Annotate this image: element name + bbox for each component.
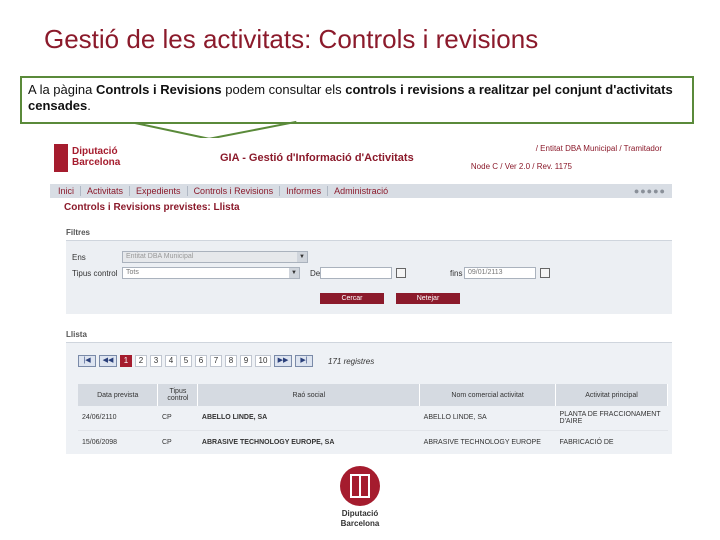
page-2[interactable]: 2 <box>135 355 147 367</box>
chevron-down-icon[interactable]: ▼ <box>289 268 299 278</box>
menu-item-administracio[interactable]: Administració <box>328 186 394 196</box>
cell-company[interactable]: ABELLO LINDE, SA <box>197 406 420 431</box>
page-6[interactable]: 6 <box>195 355 207 367</box>
column-header[interactable]: Data prevista <box>78 384 159 406</box>
first-page-icon[interactable]: |◀ <box>78 355 96 367</box>
cell-trade-name: ABELLO LINDE, SA <box>419 406 556 431</box>
search-button[interactable]: Cercar <box>320 293 384 304</box>
page-7[interactable]: 7 <box>210 355 222 367</box>
ens-value: Entitat DBA Municipal <box>126 253 194 260</box>
app-name: GIA - Gestió d'Informació d'Activitats <box>220 152 414 164</box>
filters-panel: Ens Entitat DBA Municipal ▼ Tipus contro… <box>66 240 672 314</box>
ens-select[interactable]: Entitat DBA Municipal ▼ <box>122 251 308 263</box>
date-to-input[interactable]: 09/01/2113 <box>464 267 536 279</box>
calendar-icon[interactable] <box>540 268 550 278</box>
menu-item-activitats[interactable]: Activitats <box>81 186 131 196</box>
column-header[interactable]: Raó social <box>197 384 421 406</box>
cell-activity: FABRICACIÓ DE <box>555 430 668 454</box>
footer-logo-text: Diputació Barcelona <box>338 509 382 529</box>
emblem-bar <box>359 474 361 498</box>
record-count: 171 registres <box>328 356 375 366</box>
table-row[interactable]: 24/06/2110 CP ABELLO LINDE, SA ABELLO LI… <box>78 406 668 431</box>
date-from-label: De <box>310 269 321 278</box>
page-heading: Controls i Revisions previstes: Llista <box>64 202 240 213</box>
results-table: Data prevista Tipus control Raó social N… <box>78 384 668 454</box>
tipus-control-select[interactable]: Tots ▼ <box>122 267 300 279</box>
list-title: Llista <box>66 330 87 339</box>
clear-button[interactable]: Netejar <box>396 293 460 304</box>
next-page-icon[interactable]: ▶▶ <box>274 355 292 367</box>
filters-title: Filtres <box>66 228 91 237</box>
date-to-value: 09/01/2113 <box>468 269 503 276</box>
menu-item-controls[interactable]: Controls i Revisions <box>188 186 281 196</box>
footer-logo: Diputació Barcelona <box>338 466 382 529</box>
logo-text: Diputació Barcelona <box>72 146 120 168</box>
page-8[interactable]: 8 <box>225 355 237 367</box>
table-header-row: Data prevista Tipus control Raó social N… <box>78 384 668 406</box>
date-to-label: fins <box>450 269 463 278</box>
page-10[interactable]: 10 <box>255 355 271 367</box>
table-row[interactable]: 15/06/2098 CP ABRASIVE TECHNOLOGY EUROPE… <box>78 430 668 454</box>
node-version: Node C / Ver 2.0 / Rev. 1175 <box>470 162 572 171</box>
chevron-down-icon[interactable]: ▼ <box>297 252 307 262</box>
calendar-icon[interactable] <box>396 268 406 278</box>
page-3[interactable]: 3 <box>150 355 162 367</box>
callout-text-prefix: A la pàgina <box>28 82 96 97</box>
tipus-control-value: Tots <box>126 269 139 276</box>
footer-logo-line2: Barcelona <box>340 519 380 528</box>
date-from-input[interactable] <box>320 267 392 279</box>
footer-logo-line1: Diputació <box>341 509 379 518</box>
ens-label: Ens <box>72 253 86 262</box>
callout-box: A la pàgina Controls i Revisions podem c… <box>20 76 694 124</box>
column-header[interactable]: Activitat principal <box>555 384 668 406</box>
diputacio-emblem-icon <box>340 466 380 506</box>
menu-item-expedients[interactable]: Expedients <box>130 186 188 196</box>
menu-item-informes[interactable]: Informes <box>280 186 329 196</box>
app-screenshot: Diputació Barcelona GIA - Gestió d'Infor… <box>50 138 672 454</box>
cell-date: 15/06/2098 <box>78 430 158 454</box>
breadcrumb[interactable]: / Entitat DBA Municipal / Tramitador <box>536 144 662 153</box>
page-1[interactable]: 1 <box>120 355 132 367</box>
last-page-icon[interactable]: ▶| <box>295 355 313 367</box>
logo-line2: Barcelona <box>72 157 121 168</box>
pagination: |◀ ◀◀ 1 2 3 4 5 6 7 8 9 10 ▶▶ ▶| 171 reg… <box>78 354 374 368</box>
page-9[interactable]: 9 <box>240 355 252 367</box>
page-5[interactable]: 5 <box>180 355 192 367</box>
menu-item-inici[interactable]: Inici <box>52 186 82 196</box>
app-header: Diputació Barcelona GIA - Gestió d'Infor… <box>50 138 672 182</box>
menu-dots-icon: ●●●●● <box>633 186 666 196</box>
slide-title: Gestió de les activitats: Controls i rev… <box>44 24 539 54</box>
cell-type: CP <box>157 430 198 454</box>
cell-trade-name: ABRASIVE TECHNOLOGY EUROPE <box>419 430 556 454</box>
cell-type: CP <box>157 406 198 431</box>
callout-bold-page: Controls i Revisions <box>95 82 222 97</box>
diputacio-logo-icon <box>54 144 68 172</box>
column-header[interactable]: Nom comercial activitat <box>419 384 557 406</box>
tipus-control-label: Tipus control <box>72 269 118 278</box>
callout-text-mid: podem consultar els <box>221 82 346 97</box>
main-menu: Inici Activitats Expedients Controls i R… <box>50 184 672 198</box>
cell-date: 24/06/2110 <box>78 406 158 431</box>
column-header[interactable]: Tipus control <box>157 384 199 406</box>
cell-company[interactable]: ABRASIVE TECHNOLOGY EUROPE, SA <box>197 430 420 454</box>
page-4[interactable]: 4 <box>165 355 177 367</box>
logo-line1: Diputació <box>72 146 118 157</box>
cell-activity: PLANTA DE FRACCIONAMENT D'AIRE <box>555 406 668 431</box>
prev-page-icon[interactable]: ◀◀ <box>99 355 117 367</box>
callout-text-suffix: . <box>87 98 91 113</box>
